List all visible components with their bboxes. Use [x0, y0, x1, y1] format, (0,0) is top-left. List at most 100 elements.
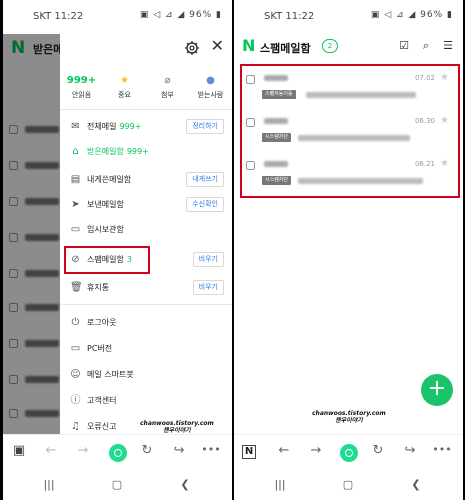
share-icon[interactable]: ↪ [169, 443, 189, 458]
mail-checkbox[interactable] [246, 75, 255, 84]
home-button-icon[interactable] [340, 444, 358, 462]
spam-count-badge: 2 [322, 39, 338, 53]
share-icon[interactable]: ↪ [400, 443, 420, 458]
recent-apps-icon[interactable]: ||| [39, 478, 59, 491]
menu-label: 임시보관함 [87, 225, 124, 234]
menu-label: 로그아웃 [87, 318, 117, 327]
mail-date: 07.02 [414, 74, 435, 82]
mail-sender-blurred [264, 161, 288, 167]
menu-label: 휴지통 [87, 283, 110, 292]
search-icon[interactable]: ⌕ [419, 39, 433, 53]
forward-icon[interactable]: → [73, 443, 93, 458]
mail-checkbox[interactable] [246, 161, 255, 170]
inbox-count: 999+ [126, 147, 149, 156]
write-to-self-button[interactable]: 내게쓰기 [186, 172, 224, 187]
quick-important[interactable]: ★ 중요 [103, 72, 146, 109]
menu-inbox[interactable]: ⌂ 받은메일함 999+ [60, 141, 232, 163]
home-button-icon[interactable] [109, 444, 127, 462]
watermark-line: 챈우이야기 [335, 417, 363, 424]
mail-list-item[interactable]: 07.02 ★ 스팸자동이동 [238, 70, 457, 116]
menu-pc-version[interactable]: ▭ PC버전 [60, 338, 232, 360]
watermark: chanwoos.tistory.com 챈우이야기 [312, 410, 386, 424]
quick-recipient[interactable]: ● 받는사람 [189, 72, 232, 109]
empty-spam-button[interactable]: 비우기 [192, 252, 224, 267]
close-icon[interactable]: ✕ [211, 38, 224, 54]
menu-label: 내게쓴메일함 [87, 175, 132, 184]
back-icon[interactable]: ← [274, 443, 294, 458]
paper-plane-icon: ➤ [71, 199, 80, 210]
menu-self-mail[interactable]: ▤ 내게쓴메일함 내게쓰기 [60, 169, 232, 191]
monitor-icon: ▭ [70, 343, 81, 354]
all-mail-count: 999+ [119, 122, 142, 131]
watermark-line: 챈우이야기 [163, 427, 191, 434]
back-nav-icon[interactable]: ❮ [175, 478, 195, 491]
recent-apps-icon[interactable]: ||| [270, 478, 290, 491]
menu-label: PC버전 [87, 344, 113, 353]
naver-home-icon[interactable]: N [242, 445, 256, 459]
mail-date: 06.21 [414, 160, 435, 168]
menu-label: 전체메일 [87, 122, 117, 131]
home-icon[interactable]: ▢ [338, 478, 358, 491]
star-icon[interactable]: ★ [440, 72, 449, 83]
mail-checkbox[interactable] [246, 118, 255, 127]
menu-trash[interactable]: 🗑 휴지통 비우기 [60, 277, 232, 299]
status-icons: ▣ ◁ ⊿ ◢ 96% ▮ [139, 10, 222, 20]
divider [60, 304, 232, 305]
star-icon[interactable]: ★ [440, 158, 449, 169]
system-nav-bar: ||| ▢ ❮ [3, 470, 232, 500]
paperclip-icon: ⌀ [164, 75, 171, 86]
compose-fab[interactable]: + [421, 374, 453, 406]
checkbox-edit-icon[interactable]: ☑ [397, 39, 411, 52]
menu-all-mail[interactable]: ✉ 전체메일 999+ 정리하기 [60, 116, 232, 138]
menu-logout[interactable]: ⏻ 로그아웃 [60, 312, 232, 334]
note-icon: ▤ [70, 174, 81, 185]
mail-list-item[interactable]: 06.30 ★ 시스템차단 [238, 113, 457, 159]
menu-drafts[interactable]: ▭ 임시보관함 [60, 219, 232, 241]
side-drawer: ✕ 999+ 안읽음 ★ 중요 ⌀ 첨부 ● 받는사람 ✉ 전체메일 999+ 정 [60, 30, 232, 434]
status-bar: SKT 11:22 ▣ ◁ ⊿ ◢ 96% ▮ [3, 0, 232, 34]
person-icon: ● [206, 75, 215, 86]
naver-logo-icon[interactable]: N [242, 36, 255, 55]
quick-filter-bar: 999+ 안읽음 ★ 중요 ⌀ 첨부 ● 받는사람 [60, 72, 232, 110]
empty-trash-button[interactable]: 비우기 [192, 280, 224, 295]
mail-list-item[interactable]: 06.21 ★ 시스템차단 [238, 156, 457, 202]
spam-tag: 시스템차단 [262, 133, 292, 142]
right-screen: SKT 11:22 ▣ ◁ ⊿ ◢ 96% ▮ N 스팸메일함 2 ☑ ⌕ ☰ … [234, 0, 463, 500]
quick-label: 첨부 [161, 91, 174, 99]
status-icons: ▣ ◁ ⊿ ◢ 96% ▮ [370, 10, 453, 20]
menu-label: 고객센터 [87, 396, 117, 405]
home-icon[interactable]: ▢ [107, 478, 127, 491]
mail-subject-blurred [298, 178, 423, 184]
drawer-top-bar: ✕ [60, 30, 232, 66]
quick-unread[interactable]: 999+ 안읽음 [60, 72, 103, 109]
watermark-line: chanwoos.tistory.com [312, 410, 386, 417]
page-title: 스팸메일함 [260, 42, 311, 55]
menu-icon[interactable]: ☰ [441, 39, 455, 52]
watermark-line: chanwoos.tistory.com [140, 420, 214, 427]
gear-icon[interactable] [184, 40, 200, 56]
more-icon[interactable]: ••• [201, 443, 221, 456]
quick-attachment[interactable]: ⌀ 첨부 [146, 72, 189, 109]
mail-subject-blurred [298, 135, 410, 141]
status-time: SKT 11:22 [264, 11, 315, 22]
refresh-icon[interactable]: ↻ [368, 443, 388, 458]
menu-label: 받은메일함 [87, 147, 124, 156]
refresh-icon[interactable]: ↻ [137, 443, 157, 458]
back-nav-icon[interactable]: ❮ [406, 478, 426, 491]
star-icon[interactable]: ★ [440, 115, 449, 126]
inbox-icon: ⌂ [72, 146, 79, 157]
mail-subject-blurred [306, 92, 416, 98]
trash-icon: 🗑 [70, 282, 83, 293]
system-nav-bar: ||| ▢ ❮ [234, 470, 463, 500]
tabs-icon[interactable]: ▣ [9, 443, 29, 458]
menu-support[interactable]: ⓘ 고객센터 [60, 390, 232, 412]
quick-label: 안읽음 [71, 91, 92, 99]
menu-smartbot[interactable]: ☺ 메일 스마트봇 [60, 364, 232, 386]
menu-sent[interactable]: ➤ 보낸메일함 수신확인 [60, 194, 232, 216]
draft-icon: ▭ [70, 224, 81, 235]
read-receipt-button[interactable]: 수신확인 [186, 197, 224, 212]
more-icon[interactable]: ••• [432, 443, 452, 456]
forward-icon[interactable]: → [306, 443, 326, 458]
back-icon[interactable]: ← [41, 443, 61, 458]
organize-button[interactable]: 정리하기 [186, 119, 224, 134]
